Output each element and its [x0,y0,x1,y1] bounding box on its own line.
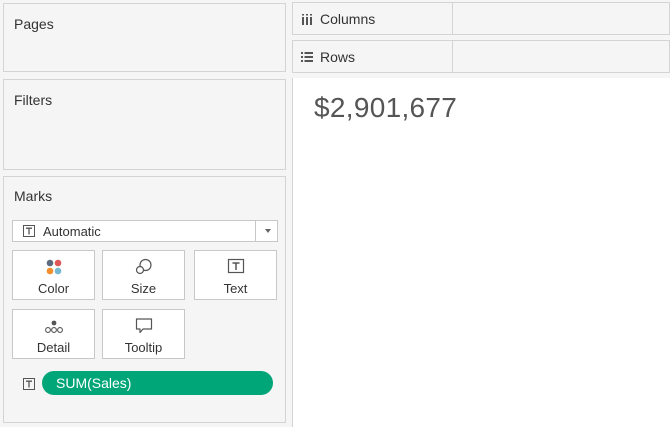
detail-label: Detail [36,340,71,355]
text-mark-icon [23,225,35,237]
sales-total-value[interactable]: $2,901,677 [314,92,457,124]
dropdown-separator [255,221,256,241]
columns-icon [302,14,312,25]
detail-button[interactable]: Detail [12,309,95,359]
tooltip-button[interactable]: Tooltip [102,309,185,359]
mark-type-label: Automatic [43,224,101,239]
pages-title: Pages [14,16,54,32]
filters-title: Filters [14,92,53,108]
view-canvas[interactable]: $2,901,677 [292,78,670,427]
rows-drop-divider [452,40,453,73]
size-label: Size [130,281,157,296]
pill-label: SUM(Sales) [56,375,132,391]
rows-shelf[interactable]: Rows [292,40,670,73]
columns-shelf[interactable]: Columns [292,2,670,35]
filters-card[interactable]: Filters [3,79,286,170]
text-label: Text [223,281,248,296]
pages-card[interactable]: Pages [3,3,286,72]
color-label: Color [37,281,70,296]
size-button[interactable]: Size [102,250,185,300]
marks-card: Marks Automatic Color Size Text Detail T… [3,176,286,423]
text-button[interactable]: Text [194,250,277,300]
detail-icon [44,320,63,333]
mark-type-dropdown[interactable]: Automatic [12,220,278,242]
tooltip-label: Tooltip [124,340,163,355]
color-icon [46,259,61,275]
text-mark-icon[interactable] [23,378,35,390]
sum-sales-pill[interactable]: SUM(Sales) [42,371,273,395]
size-icon [135,258,152,275]
text-icon [227,258,244,274]
color-button[interactable]: Color [12,250,95,300]
rows-icon [301,52,313,62]
tooltip-icon [135,318,152,334]
marks-field-row: SUM(Sales) [12,371,278,397]
chevron-down-icon[interactable] [265,229,271,233]
columns-drop-divider [452,2,453,35]
marks-title: Marks [14,188,53,204]
columns-label: Columns [320,11,376,27]
rows-label: Rows [320,49,356,65]
